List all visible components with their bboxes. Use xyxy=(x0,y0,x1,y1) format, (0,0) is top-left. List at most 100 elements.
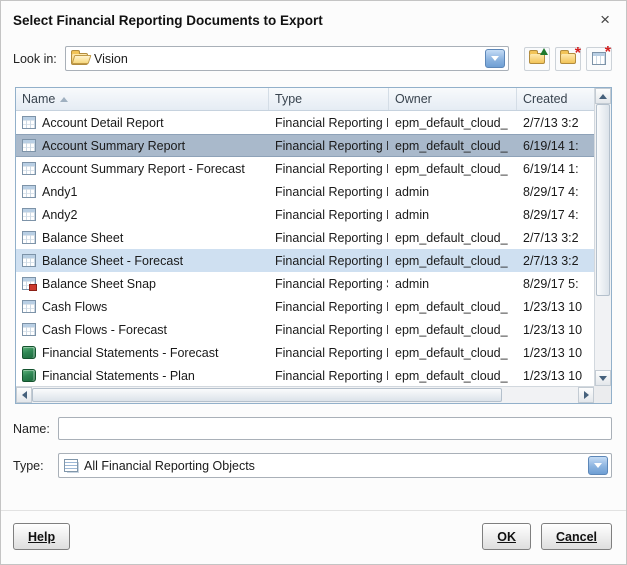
document-created: 2/7/13 3:2 xyxy=(516,249,594,272)
column-header-name[interactable]: Name xyxy=(16,88,268,110)
vertical-scrollbar[interactable] xyxy=(594,88,611,386)
column-header-owner-label: Owner xyxy=(395,92,432,106)
document-type: Financial Reporting Report xyxy=(268,249,388,272)
document-owner: epm_default_cloud_ xyxy=(388,226,516,249)
document-created: 1/23/13 10 xyxy=(516,364,594,386)
table-row[interactable]: Balance Sheet Snap Financial Reporting S… xyxy=(16,272,594,295)
help-button[interactable]: Help xyxy=(13,523,70,550)
up-one-level-button[interactable] xyxy=(524,47,550,71)
document-owner: admin xyxy=(388,272,516,295)
table-row[interactable]: Cash Flows Financial Reporting Report ep… xyxy=(16,295,594,318)
type-field-label: Type: xyxy=(13,459,58,473)
table-row[interactable]: Account Summary Report Financial Reporti… xyxy=(16,134,594,157)
document-created: 6/19/14 1: xyxy=(516,134,594,157)
vertical-scroll-thumb[interactable] xyxy=(596,104,610,296)
snapshot-icon xyxy=(22,277,36,290)
document-name: Financial Statements - Forecast xyxy=(42,346,218,360)
document-name-cell: Balance Sheet - Forecast xyxy=(16,249,268,272)
document-name: Account Summary Report xyxy=(42,139,185,153)
document-type: Financial Reporting Report xyxy=(268,134,388,157)
document-owner: epm_default_cloud_ xyxy=(388,364,516,386)
table-row[interactable]: Financial Statements - Plan Financial Re… xyxy=(16,364,594,386)
column-header-owner[interactable]: Owner xyxy=(388,88,516,110)
document-owner: epm_default_cloud_ xyxy=(388,341,516,364)
table-row[interactable]: Financial Statements - Forecast Financia… xyxy=(16,341,594,364)
new-folder-icon xyxy=(560,53,576,64)
open-folder-icon xyxy=(71,53,88,65)
report-icon xyxy=(22,139,36,152)
table-row[interactable]: Andy2 Financial Reporting Report admin 8… xyxy=(16,203,594,226)
type-dropdown[interactable]: All Financial Reporting Objects xyxy=(58,453,612,478)
ok-button[interactable]: OK xyxy=(482,523,531,550)
column-header-created[interactable]: Created xyxy=(516,88,594,110)
type-value: All Financial Reporting Objects xyxy=(78,459,586,473)
document-owner: epm_default_cloud_ xyxy=(388,249,516,272)
new-folder-button[interactable] xyxy=(555,47,581,71)
table-row[interactable]: Account Summary Report - Forecast Financ… xyxy=(16,157,594,180)
scroll-down-button[interactable] xyxy=(595,370,611,386)
document-list: Account Detail Report Financial Reportin… xyxy=(16,111,594,386)
document-name: Financial Statements - Plan xyxy=(42,369,195,383)
document-type: Financial Reporting Report xyxy=(268,226,388,249)
cancel-button[interactable]: Cancel xyxy=(541,523,612,550)
scroll-up-button[interactable] xyxy=(595,88,611,104)
document-name-cell: Financial Statements - Plan xyxy=(16,364,268,386)
document-created: 2/7/13 3:2 xyxy=(516,111,594,134)
document-name: Cash Flows xyxy=(42,300,107,314)
objects-icon xyxy=(64,459,78,472)
document-name: Account Summary Report - Forecast xyxy=(42,162,245,176)
vertical-scroll-track[interactable] xyxy=(595,104,611,370)
column-header-type[interactable]: Type xyxy=(268,88,388,110)
name-field-label: Name: xyxy=(13,422,58,436)
report-icon xyxy=(22,323,36,336)
scroll-right-button[interactable] xyxy=(578,387,594,403)
chevron-down-icon xyxy=(491,56,499,61)
look-in-dropdown[interactable]: Vision xyxy=(65,46,509,71)
document-type: Financial Reporting Report xyxy=(268,180,388,203)
document-owner: epm_default_cloud_ xyxy=(388,157,516,180)
look-in-dropdown-button[interactable] xyxy=(485,49,505,68)
close-icon[interactable]: × xyxy=(598,13,612,27)
document-created: 1/23/13 10 xyxy=(516,318,594,341)
look-in-label: Look in: xyxy=(13,52,65,66)
document-owner: epm_default_cloud_ xyxy=(388,134,516,157)
folder-up-icon xyxy=(529,53,545,64)
document-name-cell: Account Summary Report - Forecast xyxy=(16,157,268,180)
name-input[interactable] xyxy=(58,417,612,440)
report-icon xyxy=(22,254,36,267)
table-row[interactable]: Account Detail Report Financial Reportin… xyxy=(16,111,594,134)
document-type: Financial Reporting Report xyxy=(268,295,388,318)
type-dropdown-button[interactable] xyxy=(588,456,608,475)
table-row[interactable]: Cash Flows - Forecast Financial Reportin… xyxy=(16,318,594,341)
document-owner: admin xyxy=(388,180,516,203)
horizontal-scroll-thumb[interactable] xyxy=(32,388,502,402)
name-field-row: Name: xyxy=(1,417,626,440)
document-created: 1/23/13 10 xyxy=(516,295,594,318)
table-row[interactable]: Balance Sheet Financial Reporting Report… xyxy=(16,226,594,249)
document-created: 8/29/17 4: xyxy=(516,180,594,203)
document-type: Financial Reporting Book xyxy=(268,341,388,364)
document-name: Balance Sheet Snap xyxy=(42,277,156,291)
report-icon xyxy=(22,208,36,221)
scroll-left-button[interactable] xyxy=(16,387,32,403)
document-name: Balance Sheet - Forecast xyxy=(42,254,183,268)
footer: Help OK Cancel xyxy=(1,510,626,564)
report-icon xyxy=(22,162,36,175)
document-table: Name Type Owner Created Account Detail R… xyxy=(15,87,612,404)
scroll-up-icon xyxy=(599,94,607,99)
new-document-button[interactable] xyxy=(586,47,612,71)
book-icon xyxy=(22,346,36,359)
document-name: Balance Sheet xyxy=(42,231,123,245)
horizontal-scroll-track[interactable] xyxy=(32,387,578,403)
table-row[interactable]: Andy1 Financial Reporting Report admin 8… xyxy=(16,180,594,203)
report-icon xyxy=(22,300,36,313)
scroll-left-icon xyxy=(22,391,27,399)
document-created: 8/29/17 4: xyxy=(516,203,594,226)
horizontal-scrollbar[interactable] xyxy=(16,386,594,403)
document-created: 1/23/13 10 xyxy=(516,341,594,364)
document-owner: admin xyxy=(388,203,516,226)
scroll-right-icon xyxy=(584,391,589,399)
document-name: Andy1 xyxy=(42,185,77,199)
document-type: Financial Reporting Snapshot xyxy=(268,272,388,295)
table-row[interactable]: Balance Sheet - Forecast Financial Repor… xyxy=(16,249,594,272)
